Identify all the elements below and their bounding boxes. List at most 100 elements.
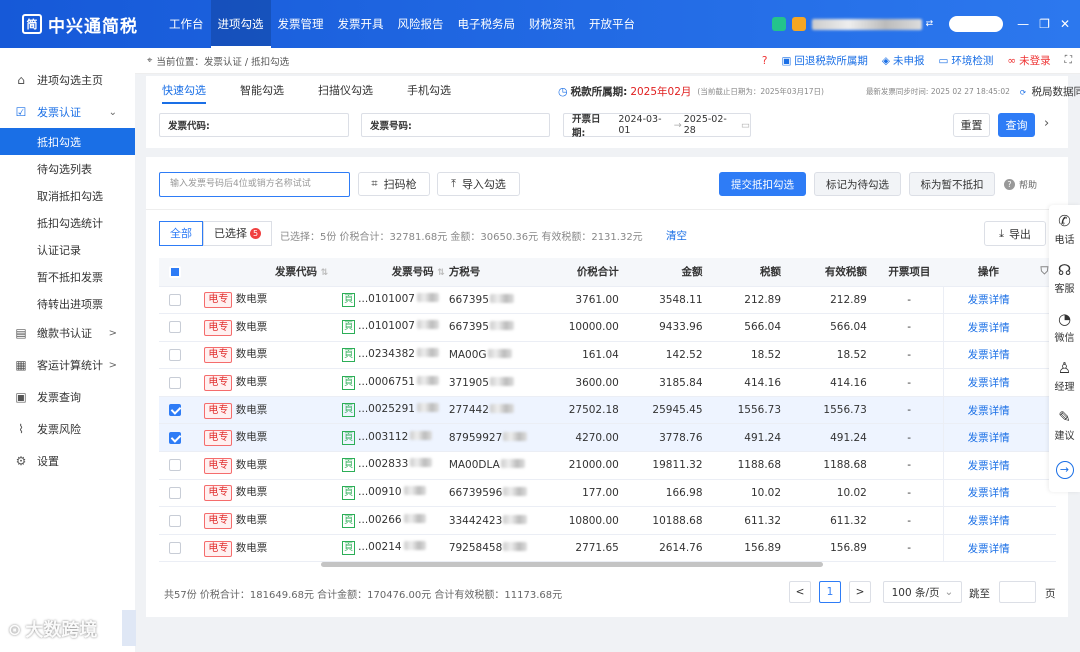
topnav-item-3[interactable]: 发票开具: [331, 0, 391, 48]
rightbar-edit-button[interactable]: ✎ 建议: [1049, 401, 1080, 450]
search-input[interactable]: 输入发票号码后4位或销方名称试试: [159, 172, 350, 197]
import-button[interactable]: ⤒ 导入勾选: [437, 172, 520, 196]
topnav-item-2[interactable]: 发票管理: [271, 0, 331, 48]
tab-0[interactable]: 快速勾选: [162, 82, 206, 104]
app-logo[interactable]: 简 中兴通简税: [22, 12, 162, 37]
minimize-icon[interactable]: —: [1017, 17, 1029, 31]
table-row[interactable]: 电专 数电票頁 ...00214 79258458 2771.65 2614.76 156…: [159, 534, 1056, 563]
help-circle-icon[interactable]: ?: [762, 55, 768, 67]
mark-pending-button[interactable]: 标记为待勾选: [814, 172, 901, 196]
close-icon[interactable]: ✕: [1060, 17, 1070, 31]
sync-link[interactable]: ⟳ 税局数据同步: [1020, 84, 1080, 99]
tab-2[interactable]: 扫描仪勾选: [318, 82, 373, 104]
page-1-button[interactable]: 1: [819, 581, 841, 603]
topnav-item-7[interactable]: 开放平台: [582, 0, 642, 48]
row-checkbox[interactable]: [159, 451, 191, 480]
row-checkbox[interactable]: [159, 506, 191, 535]
sidebar-item-2[interactable]: 抵扣勾选: [0, 128, 135, 155]
sidebar-item-6[interactable]: 认证记录: [0, 236, 135, 263]
sidebar-item-7[interactable]: 暂不抵扣发票: [0, 263, 135, 290]
col-invoice-code[interactable]: 发票代码 ⇅: [190, 258, 343, 287]
table-row[interactable]: 电专 数电票頁 ...0101007 667395 3761.00 3548.11 212…: [159, 286, 1056, 315]
row-checkbox[interactable]: [159, 534, 191, 563]
row-checkbox[interactable]: [159, 479, 191, 508]
table-row[interactable]: 电专 数电票頁 ...00910 66739596 177.00 166.98 10.02…: [159, 479, 1056, 508]
invoice-detail-link[interactable]: 发票详情: [943, 423, 1033, 453]
sidebar-item-8[interactable]: 待转出进项票: [0, 290, 135, 317]
rightbar-headset-button[interactable]: ☊ 客服: [1049, 254, 1080, 303]
refresh-icon[interactable]: [771, 17, 786, 31]
invoice-detail-link[interactable]: 发票详情: [943, 451, 1033, 480]
sidebar-item-11[interactable]: ▣ 发票查询: [0, 381, 135, 413]
notification-icon[interactable]: [791, 17, 806, 31]
invoice-number-field[interactable]: 发票号码:: [361, 113, 550, 137]
select-all-checkbox[interactable]: [159, 258, 191, 287]
invoice-detail-link[interactable]: 发票详情: [943, 313, 1033, 342]
row-checkbox[interactable]: [159, 313, 191, 342]
invoice-detail-link[interactable]: 发票详情: [943, 396, 1033, 425]
sidebar-item-0[interactable]: ⌂ 进项勾选主页: [0, 64, 135, 96]
export-button[interactable]: ⤓ 导出: [984, 221, 1046, 246]
sidebar-item-5[interactable]: 抵扣勾选统计: [0, 209, 135, 236]
row-checkbox[interactable]: [159, 423, 191, 453]
help-link[interactable]: ? 帮助: [1004, 178, 1037, 191]
sidebar-scroll-handle[interactable]: [122, 610, 136, 646]
sidebar-item-1[interactable]: ☑ 发票认证 ⌄: [0, 96, 135, 128]
page-size-select[interactable]: 100 条/页 ⌄: [883, 581, 962, 603]
segment-selected[interactable]: 已选择 5: [203, 221, 272, 246]
query-button[interactable]: 查询: [998, 113, 1035, 137]
invoice-code-field[interactable]: 发票代码:: [159, 113, 349, 137]
login-status[interactable]: ∞ 未登录: [1007, 53, 1050, 68]
next-page-button[interactable]: >: [849, 581, 871, 603]
swap-icon[interactable]: ⇄: [926, 19, 934, 29]
row-checkbox[interactable]: [159, 341, 191, 370]
reset-button[interactable]: 重置: [953, 113, 990, 137]
restore-icon[interactable]: ❐: [1039, 17, 1050, 31]
table-row[interactable]: 电专 数电票頁 ...0101007 667395 10000.00 9433.96 56…: [159, 313, 1056, 342]
row-checkbox[interactable]: [159, 286, 191, 315]
rightbar-person-button[interactable]: ♙ 经理: [1049, 352, 1080, 401]
segment-all[interactable]: 全部: [159, 221, 203, 246]
user-avatar-pill[interactable]: [949, 16, 1004, 32]
invoice-detail-link[interactable]: 发票详情: [943, 341, 1033, 370]
chevron-right-icon[interactable]: ›: [1044, 116, 1049, 131]
table-row[interactable]: 电专 数电票頁 ...002833 MA00DLA 21000.00 19811.32 1…: [159, 451, 1056, 480]
table-row[interactable]: 电专 数电票頁 ...003112 87959927 4270.00 3778.76 49…: [159, 423, 1056, 453]
topnav-item-0[interactable]: 工作台: [162, 0, 211, 48]
mark-hold-button[interactable]: 标为暂不抵扣: [909, 172, 995, 196]
tab-1[interactable]: 智能勾选: [240, 82, 284, 104]
clear-link[interactable]: 清空: [666, 228, 687, 243]
invoice-detail-link[interactable]: 发票详情: [943, 479, 1033, 508]
rightbar-phone-button[interactable]: ✆ 电话: [1049, 205, 1080, 254]
sidebar-item-13[interactable]: ⚙ 设置: [0, 445, 135, 477]
fullscreen-icon[interactable]: ⛶: [1065, 54, 1072, 67]
table-row[interactable]: 电专 数电票頁 ...0234382 MA00G 161.04 142.52 18.52 1…: [159, 341, 1056, 370]
table-row[interactable]: 电专 数电票頁 ...0025291 277442 27502.18 25945.45 1…: [159, 396, 1056, 425]
invoice-detail-link[interactable]: 发票详情: [943, 286, 1033, 315]
rightbar-collapse-button[interactable]: →: [1049, 450, 1080, 490]
sidebar-item-10[interactable]: ▦ 客运计算统计 >: [0, 349, 135, 381]
rollback-period-link[interactable]: ▣ 回退税款所属期: [781, 53, 867, 68]
tab-3[interactable]: 手机勾选: [407, 82, 451, 104]
invoice-detail-link[interactable]: 发票详情: [943, 506, 1033, 535]
scanner-button[interactable]: ⌗ 扫码枪: [358, 172, 430, 196]
table-row[interactable]: 电专 数电票頁 ...0006751 371905 3600.00 3185.84 414…: [159, 368, 1056, 397]
date-range-field[interactable]: 开票日期: 2024-03-01 → 2025-02-28 ▭: [563, 113, 751, 139]
row-checkbox[interactable]: [159, 396, 191, 425]
topnav-item-1[interactable]: 进项勾选: [210, 0, 271, 48]
sidebar-item-12[interactable]: ⌇ 发票风险: [0, 413, 135, 445]
row-checkbox[interactable]: [159, 368, 191, 397]
table-row[interactable]: 电专 数电票頁 ...00266 33442423 10800.00 10188.68 6…: [159, 506, 1056, 535]
sidebar-item-4[interactable]: 取消抵扣勾选: [0, 182, 135, 209]
topnav-item-6[interactable]: 财税资讯: [522, 0, 582, 48]
horizontal-scrollbar[interactable]: [321, 562, 823, 567]
rightbar-wechat-button[interactable]: ◔ 微信: [1049, 303, 1080, 352]
invoice-detail-link[interactable]: 发票详情: [943, 534, 1033, 563]
goto-page-input[interactable]: [999, 581, 1036, 603]
sidebar-item-3[interactable]: 待勾选列表: [0, 155, 135, 182]
prev-page-button[interactable]: <: [789, 581, 811, 603]
invoice-detail-link[interactable]: 发票详情: [943, 368, 1033, 397]
env-check-button[interactable]: ▭ 环境检测: [938, 53, 993, 68]
company-name-blurred[interactable]: [811, 18, 922, 30]
topnav-item-5[interactable]: 电子税务局: [451, 0, 523, 48]
